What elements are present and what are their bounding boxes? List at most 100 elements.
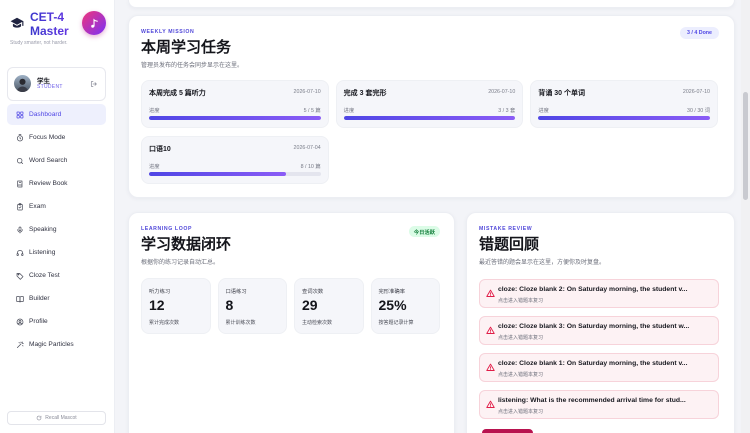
logout-button[interactable] [90, 80, 98, 88]
stat-card: 口语练习 8 累计训练次数 [217, 278, 287, 334]
warning-triangle-icon [486, 289, 495, 297]
task-progress-label: 进度 [149, 164, 160, 170]
section-eyebrow: MISTAKE REVIEW [479, 226, 533, 232]
stat-caption: 累计训练次数 [225, 320, 256, 326]
stat-label: 听力练习 [149, 289, 171, 295]
user-role: STUDENT [37, 84, 63, 90]
sidebar-item-magic-particles[interactable]: Magic Particles [7, 334, 106, 355]
sidebar-item-cloze-test[interactable]: Cloze Test [7, 265, 106, 286]
recall-mascot-button[interactable]: Recall Mascot [7, 411, 106, 425]
stat-card: 完形准确率 25% 按答题记录计算 [370, 278, 440, 334]
logout-icon [90, 80, 97, 88]
section-title: 本周学习任务 [141, 39, 232, 56]
sidebar-item-label: Speaking [29, 226, 57, 233]
task-date: 2026-07-10 [488, 89, 516, 95]
music-button[interactable] [82, 11, 106, 35]
sidebar-item-word-search[interactable]: Word Search [7, 150, 106, 171]
mistake-item[interactable]: listening: What is the recommended arriv… [479, 390, 719, 419]
sidebar-item-label: Focus Mode [29, 134, 66, 141]
scrollbar-thumb[interactable] [743, 92, 748, 200]
stat-caption: 按答题记录计算 [378, 320, 414, 326]
sidebar-item-label: Word Search [29, 157, 68, 164]
warning-triangle-icon [486, 400, 495, 408]
stat-value: 8 [225, 297, 234, 313]
task-card: 本周完成 5 篇听力 2026-07-10 进度 5 / 5 篇 [141, 80, 329, 128]
warning-triangle-icon [486, 363, 495, 371]
mistake-title: cloze: Cloze blank 3: On Saturday mornin… [498, 323, 690, 330]
task-title: 本周完成 5 篇听力 [149, 90, 206, 97]
task-progress-bar [343, 116, 516, 120]
task-progress-value: 30 / 30 词 [687, 108, 710, 114]
user-circle-icon [16, 318, 24, 325]
learning-loop-card: LEARNING LOOP 学习数据闭环 根据你的练习记录自动汇总。 今日活跃 … [128, 212, 455, 433]
task-date: 2026-07-10 [293, 89, 321, 95]
app-title: CET-4 Master [30, 10, 80, 38]
stat-card: 查词次数 29 主动检索次数 [294, 278, 364, 334]
headphones-icon [16, 249, 24, 256]
sidebar-item-exam[interactable]: Exam [7, 196, 106, 217]
task-progress-value: 5 / 5 篇 [303, 108, 321, 114]
mistake-list: cloze: Cloze blank 2: On Saturday mornin… [479, 279, 719, 427]
mistake-title: listening: What is the recommended arriv… [498, 397, 686, 404]
mistake-title: cloze: Cloze blank 1: On Saturday mornin… [498, 360, 688, 367]
main-scrollbar[interactable] [741, 0, 750, 433]
mistake-hint: 点击进入错题本复习 [498, 298, 544, 304]
task-progress-label: 进度 [343, 108, 355, 114]
task-progress-fill [343, 116, 516, 120]
sidebar: CET-4 Master Study smarter, not harder. … [0, 0, 115, 433]
stat-card: 听力练习 12 累计完成次数 [141, 278, 211, 334]
section-title: 错题回顾 [479, 236, 540, 253]
stat-caption: 累计完成次数 [149, 320, 180, 326]
recall-mascot-label: Recall Mascot [45, 415, 77, 421]
mistake-hint: 点击进入错题本复习 [498, 372, 544, 378]
task-progress-bar [149, 172, 321, 176]
task-card: 口语10 2026-07-04 进度 8 / 10 篇 [141, 136, 329, 184]
tag-icon [16, 272, 24, 280]
music-note-icon [90, 18, 98, 28]
sidebar-item-dashboard[interactable]: Dashboard [7, 104, 106, 125]
sidebar-item-speaking[interactable]: Speaking [7, 219, 106, 240]
task-progress-bar [538, 116, 710, 120]
dashboard-grid-icon [16, 111, 24, 118]
stat-label: 完形准确率 [378, 289, 406, 295]
section-subtitle: 最近答错的题会显示在这里，方便你及时复盘。 [479, 260, 606, 266]
sidebar-item-profile[interactable]: Profile [7, 311, 106, 332]
stat-value: 29 [302, 297, 318, 313]
stats-grid: 听力练习 12 累计完成次数 口语练习 8 累计训练次数 查词次数 29 主动检… [141, 278, 440, 334]
mistake-item[interactable]: cloze: Cloze blank 3: On Saturday mornin… [479, 316, 719, 345]
avatar[interactable] [14, 75, 31, 92]
stat-label: 查词次数 [302, 289, 324, 295]
mistake-item[interactable]: cloze: Cloze blank 2: On Saturday mornin… [479, 279, 719, 308]
task-date: 2026-07-04 [293, 145, 321, 151]
user-card: 学生 STUDENT [7, 67, 106, 101]
sidebar-item-label: Magic Particles [29, 341, 74, 348]
book-icon [17, 180, 23, 187]
section-subtitle: 根据你的练习记录自动汇总。 [141, 260, 220, 266]
sidebar-item-builder[interactable]: Builder [7, 288, 106, 309]
section-eyebrow: WEEKLY MISSION [141, 29, 195, 35]
task-card: 背诵 30 个单词 2026-07-10 进度 30 / 30 词 [530, 80, 718, 128]
stat-label: 口语练习 [225, 289, 247, 295]
sidebar-item-label: Cloze Test [29, 272, 60, 279]
task-progress-value: 3 / 3 套 [498, 108, 516, 114]
mistake-review-card: MISTAKE REVIEW 错题回顾 最近答错的题会显示在这里，方便你及时复盘… [466, 212, 735, 433]
search-icon [16, 157, 24, 164]
sidebar-item-label: Listening [29, 249, 56, 256]
user-photo-icon [14, 75, 31, 92]
task-title: 口语10 [149, 146, 171, 153]
mistake-book-button[interactable] [482, 429, 533, 433]
stat-caption: 主动检索次数 [302, 320, 333, 326]
sidebar-item-listening[interactable]: Listening [7, 242, 106, 263]
mistake-hint: 点击进入错题本复习 [498, 409, 544, 415]
task-progress-fill [149, 172, 287, 176]
sidebar-item-review-book[interactable]: Review Book [7, 173, 106, 194]
sidebar-item-focus-mode[interactable]: Focus Mode [7, 127, 106, 148]
mistake-item[interactable]: cloze: Cloze blank 1: On Saturday mornin… [479, 353, 719, 382]
section-eyebrow: LEARNING LOOP [141, 226, 193, 232]
stat-value: 25% [378, 297, 407, 313]
microphone-icon [17, 226, 23, 233]
sidebar-item-label: Review Book [29, 180, 68, 187]
mistake-hint: 点击进入错题本复习 [498, 335, 544, 341]
task-progress-label: 进度 [149, 108, 160, 114]
previous-card-edge [128, 0, 735, 8]
